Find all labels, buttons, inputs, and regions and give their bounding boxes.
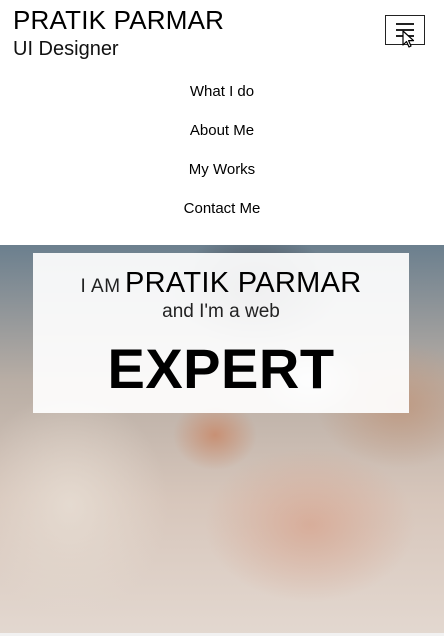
main-nav: What I do About Me My Works Contact Me: [0, 72, 444, 228]
hero-highlight-word: EXPERT: [107, 337, 335, 400]
hamburger-menu-icon: [396, 23, 414, 25]
nav-item-my-works[interactable]: My Works: [0, 150, 444, 189]
hero-subline: and I'm a web: [162, 301, 280, 322]
brand-role: UI Designer: [13, 38, 119, 60]
hero-intro-card: I AM PRATIK PARMAR and I'm a web EXPERT: [33, 253, 409, 413]
site-header: PRATIK PARMAR UI Designer What I do Abou…: [0, 0, 444, 245]
brand-name: PRATIK PARMAR: [13, 5, 225, 35]
nav-item-what-i-do[interactable]: What I do: [0, 72, 444, 111]
hero-intro-prefix: I AM: [80, 276, 121, 297]
nav-item-contact-me[interactable]: Contact Me: [0, 189, 444, 228]
hero-section: I AM PRATIK PARMAR and I'm a web EXPERT: [0, 245, 444, 636]
hero-name: PRATIK PARMAR: [125, 267, 362, 299]
mouse-cursor-icon: [402, 30, 415, 48]
nav-item-about-me[interactable]: About Me: [0, 111, 444, 150]
